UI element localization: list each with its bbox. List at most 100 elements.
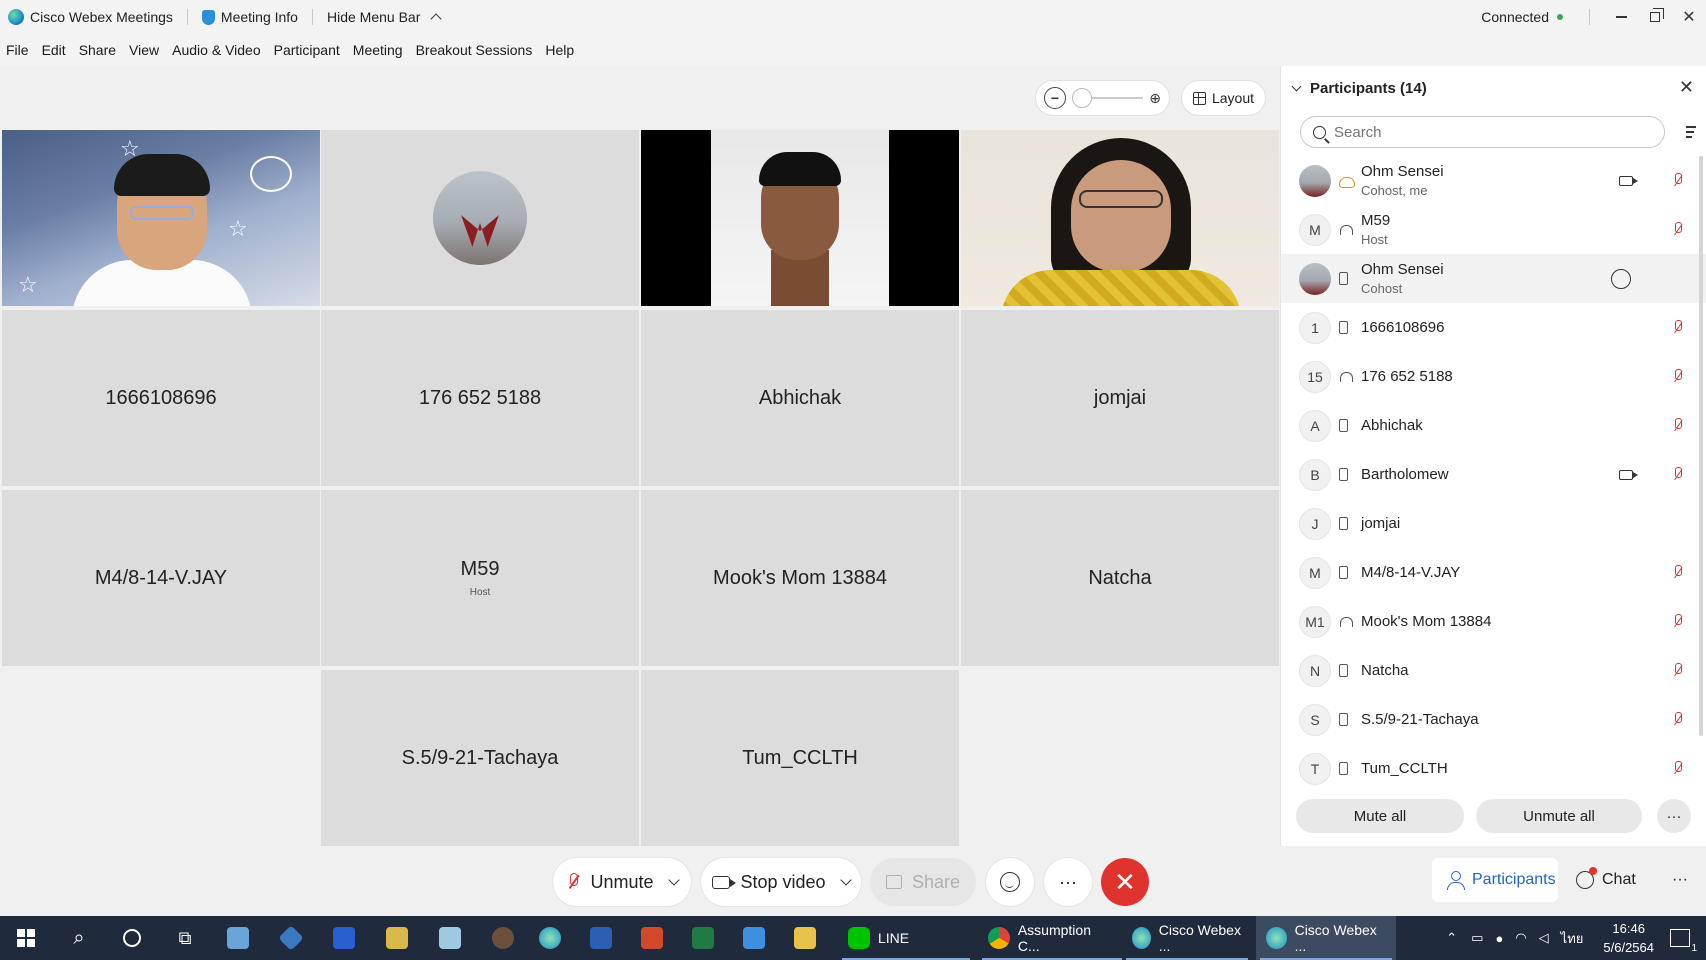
mic-muted-icon[interactable] — [1673, 368, 1683, 385]
reactions-button[interactable] — [986, 858, 1034, 906]
video-tile[interactable]: Tum_CCLTH — [641, 670, 959, 846]
menu-breakout-sessions[interactable]: Breakout Sessions — [416, 42, 533, 58]
participant-row[interactable]: B Bartholomew — [1281, 450, 1706, 499]
microphone-icon[interactable]: ● — [1495, 931, 1503, 946]
panel-scrollbar[interactable] — [1699, 156, 1703, 736]
video-tile[interactable]: Natcha — [961, 490, 1279, 666]
menu-file[interactable]: File — [6, 42, 29, 58]
hide-menu-bar-button[interactable]: Hide Menu Bar — [327, 9, 443, 25]
taskbar-app-line[interactable]: LINE — [838, 916, 974, 960]
search-taskbar-button[interactable]: ⌕ — [63, 922, 95, 954]
video-tile[interactable]: Mook's Mom 13884 — [641, 490, 959, 666]
menu-audio-video[interactable]: Audio & Video — [172, 42, 260, 58]
video-tile-camera-3[interactable] — [641, 130, 959, 306]
tabs-more-button[interactable]: ··· — [1660, 858, 1700, 902]
taskbar-app-chrome[interactable]: Assumption C... — [978, 916, 1126, 960]
more-options-button[interactable]: ··· — [1044, 858, 1092, 906]
battery-icon[interactable]: ▭ — [1471, 930, 1483, 946]
chevron-down-icon[interactable] — [839, 873, 852, 886]
start-button[interactable] — [10, 922, 42, 954]
taskbar-app-tool[interactable] — [738, 922, 770, 954]
chat-bubble-icon[interactable] — [1611, 268, 1631, 289]
mic-muted-icon[interactable] — [1673, 760, 1683, 777]
video-tile[interactable]: jomjai — [961, 310, 1279, 486]
taskbar-app-seal[interactable] — [487, 922, 519, 954]
restore-button[interactable] — [1638, 0, 1672, 34]
layout-button[interactable]: Layout — [1181, 80, 1266, 116]
participant-row[interactable]: J jomjai — [1281, 499, 1706, 548]
cortana-button[interactable] — [116, 922, 148, 954]
taskbar-app-photo[interactable] — [434, 922, 466, 954]
volume-icon[interactable]: ◁ — [1539, 930, 1549, 946]
mic-muted-icon[interactable] — [1673, 613, 1683, 630]
mute-all-button[interactable]: Mute all — [1296, 799, 1464, 833]
taskbar-app-excel[interactable] — [687, 922, 719, 954]
menu-help[interactable]: Help — [545, 42, 574, 58]
participant-row[interactable]: M1 Mook's Mom 13884 — [1281, 597, 1706, 646]
menu-share[interactable]: Share — [79, 42, 116, 58]
participant-row[interactable]: N Natcha — [1281, 646, 1706, 695]
menu-participant[interactable]: Participant — [274, 42, 340, 58]
task-view-button[interactable]: ⧉ — [169, 922, 201, 954]
sort-icon[interactable] — [1680, 124, 1696, 140]
mic-muted-icon[interactable] — [1673, 172, 1683, 189]
taskbar-app-network[interactable] — [275, 922, 307, 954]
video-tile[interactable]: Abhichak — [641, 310, 959, 486]
taskbar-app-webex-2[interactable]: Cisco Webex ... — [1256, 916, 1396, 960]
mic-muted-icon[interactable] — [1673, 564, 1683, 581]
chevron-down-icon[interactable] — [667, 873, 680, 886]
mic-muted-icon[interactable] — [1673, 662, 1683, 679]
unmute-button[interactable]: Unmute — [553, 858, 691, 906]
video-tile-camera-4[interactable] — [961, 130, 1279, 306]
input-language[interactable]: ไทย — [1561, 928, 1584, 949]
stop-video-button[interactable]: Stop video — [701, 858, 861, 906]
taskbar-app-word[interactable] — [585, 922, 617, 954]
search-box[interactable] — [1300, 116, 1665, 148]
zoom-slider[interactable] — [1072, 88, 1144, 108]
chevron-up-icon[interactable]: ⌃ — [1446, 930, 1457, 946]
taskbar-app-powerpoint[interactable] — [636, 922, 668, 954]
meeting-info-button[interactable]: Meeting Info — [201, 9, 298, 25]
menu-view[interactable]: View — [129, 42, 159, 58]
mic-muted-icon[interactable] — [1673, 319, 1683, 336]
mic-muted-icon[interactable] — [1673, 466, 1683, 483]
mic-muted-icon[interactable] — [1673, 417, 1683, 434]
panel-more-button[interactable]: ··· — [1657, 799, 1691, 833]
wifi-icon[interactable]: ◠ — [1515, 930, 1526, 946]
search-input[interactable] — [1334, 123, 1634, 141]
close-panel-button[interactable]: ✕ — [1679, 77, 1694, 98]
taskbar-app-explorer[interactable] — [789, 922, 821, 954]
participant-row[interactable]: T Tum_CCLTH — [1281, 744, 1706, 793]
zoom-in-button[interactable]: ⊕ — [1149, 90, 1161, 107]
participant-row[interactable]: A Abhichak — [1281, 401, 1706, 450]
participant-row[interactable]: Ohm Sensei Cohost — [1281, 254, 1706, 303]
video-tile-avatar[interactable] — [321, 130, 639, 306]
video-tile-ohm-sensei[interactable]: ☆ ☆ ☆ — [2, 130, 320, 306]
taskbar-app-game[interactable] — [222, 922, 254, 954]
chevron-down-icon[interactable] — [1291, 81, 1302, 91]
menu-edit[interactable]: Edit — [42, 42, 66, 58]
video-tile[interactable]: S.5/9-21-Tachaya — [321, 670, 639, 846]
taskbar-app-webex-1[interactable]: Cisco Webex ... — [1122, 916, 1252, 960]
mic-muted-icon[interactable] — [1673, 221, 1683, 238]
tab-participants[interactable]: Participants — [1432, 858, 1558, 902]
zoom-out-button[interactable]: − — [1044, 87, 1066, 109]
participant-row[interactable]: M M4/8-14-V.JAY — [1281, 548, 1706, 597]
taskbar-app-webex[interactable] — [534, 922, 566, 954]
clock[interactable]: 16:46 5/6/2564 — [1603, 919, 1654, 957]
video-tile[interactable]: 1666108696 — [2, 310, 320, 486]
video-tile[interactable]: 176 652 5188 — [321, 310, 639, 486]
participant-row[interactable]: Ohm Sensei Cohost, me — [1281, 156, 1706, 205]
participant-row[interactable]: S S.5/9-21-Tachaya — [1281, 695, 1706, 744]
video-tile[interactable]: M4/8-14-V.JAY — [2, 490, 320, 666]
close-window-button[interactable]: ✕ — [1672, 0, 1706, 34]
share-button[interactable]: Share — [870, 858, 976, 906]
participant-row[interactable]: 15 176 652 5188 — [1281, 352, 1706, 401]
video-tile[interactable]: M59 Host — [321, 490, 639, 666]
minimize-button[interactable] — [1604, 0, 1638, 34]
unmute-all-button[interactable]: Unmute all — [1476, 799, 1642, 833]
mic-muted-icon[interactable] — [1673, 711, 1683, 728]
tab-chat[interactable]: Chat — [1574, 858, 1654, 902]
participant-row[interactable]: M M59 Host — [1281, 205, 1706, 254]
menu-meeting[interactable]: Meeting — [353, 42, 403, 58]
